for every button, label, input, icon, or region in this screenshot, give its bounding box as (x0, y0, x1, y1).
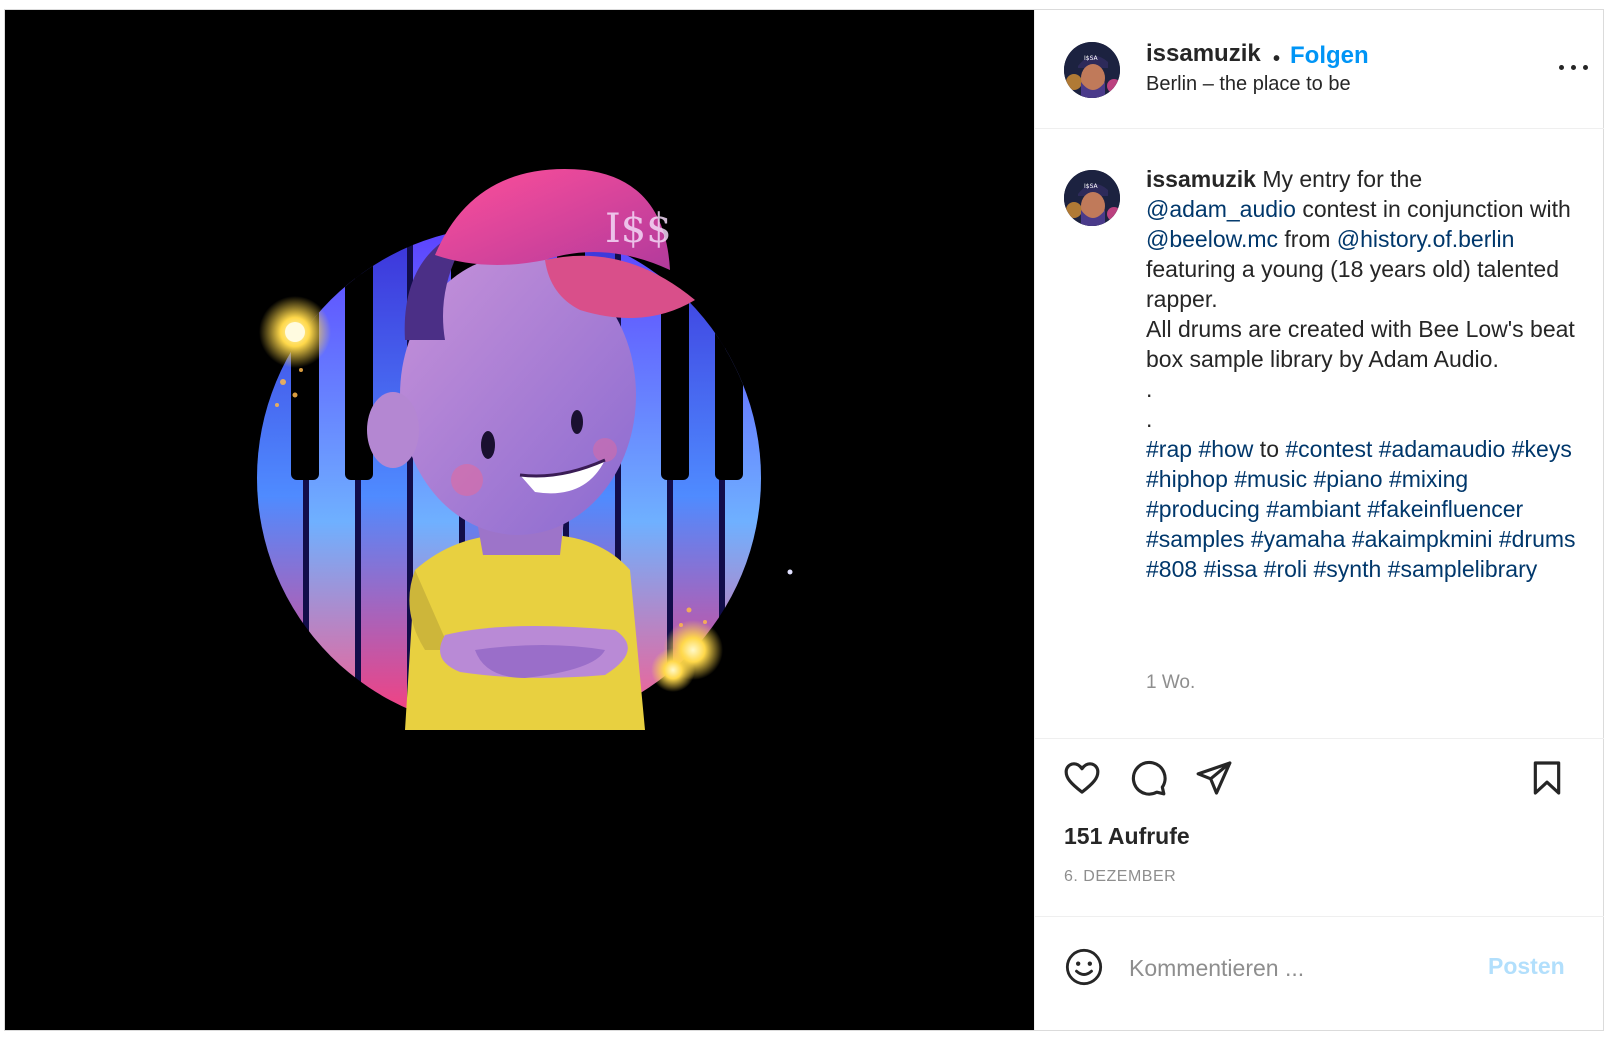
hashtag-link[interactable]: #roli (1264, 556, 1307, 582)
post-header: I$SA issamuzik • Folgen Berlin – the pla… (1035, 10, 1604, 129)
mention-link[interactable]: @beelow.mc (1146, 226, 1278, 252)
hashtag-link[interactable]: #keys (1512, 436, 1572, 462)
caption-text: contest in conjunction with (1295, 196, 1571, 222)
comment-bar: Posten (1035, 916, 1604, 1030)
caption-username[interactable]: issamuzik (1146, 166, 1256, 192)
hashtag-link[interactable]: #akaimpkmini (1352, 526, 1493, 552)
hashtag-link[interactable]: #samplelibrary (1388, 556, 1538, 582)
actions-divider (1035, 738, 1604, 739)
hashtag-link[interactable]: #samples (1146, 526, 1244, 552)
post-media[interactable]: I$$ (5, 10, 1034, 1030)
avatar[interactable]: I$SA (1064, 42, 1120, 98)
mention-link[interactable]: @adam_audio (1146, 196, 1296, 222)
hashtag-link[interactable]: #producing (1146, 496, 1260, 522)
bookmark-icon[interactable] (1527, 758, 1567, 798)
caption-dot: . (1146, 376, 1153, 402)
caption-text: from (1278, 226, 1337, 252)
caption-paragraph-1: issamuzik My entry for the @adam_audio c… (1146, 164, 1576, 314)
hashtag-link[interactable]: #music (1234, 466, 1307, 492)
caption-text: My entry for the (1255, 166, 1423, 192)
hashtag-link[interactable]: #fakeinfluencer (1367, 496, 1523, 522)
header-username[interactable]: issamuzik (1146, 40, 1261, 68)
heart-icon[interactable] (1062, 758, 1102, 798)
hashtag-link[interactable]: #hiphop (1146, 466, 1228, 492)
caption-text: featuring a young (18 years old) talente… (1146, 256, 1559, 312)
caption-text: to (1253, 436, 1286, 462)
hashtag-link[interactable]: #contest (1285, 436, 1372, 462)
svg-text:I$SA: I$SA (1084, 183, 1099, 190)
separator-dot: • (1273, 48, 1281, 70)
mention-link[interactable]: @history.of.berlin (1337, 226, 1515, 252)
post-comment-button[interactable]: Posten (1488, 953, 1565, 980)
hashtag-link[interactable]: #yamaha (1251, 526, 1346, 552)
caption-dot: . (1146, 406, 1153, 432)
hashtags: #rap #how to #contest #adamaudio #keys #… (1146, 434, 1576, 584)
post-date[interactable]: 6. DEZEMBER (1064, 868, 1176, 886)
avatar-image: I$SA (1064, 170, 1120, 226)
post-sidebar: I$SA issamuzik • Folgen Berlin – the pla… (1034, 10, 1604, 1030)
hashtag-link[interactable]: #adamaudio (1379, 436, 1506, 462)
time-ago[interactable]: 1 Wo. (1146, 672, 1195, 694)
cap-logo: I$$ (605, 206, 672, 252)
hashtag-link[interactable]: #808 (1146, 556, 1197, 582)
svg-text:I$SA: I$SA (1084, 55, 1099, 62)
more-options-icon[interactable] (1559, 57, 1589, 77)
hashtag-link[interactable]: #how (1198, 436, 1253, 462)
comment-icon[interactable] (1128, 758, 1168, 798)
paper-plane-icon[interactable] (1194, 758, 1234, 798)
post-artwork: I$$ (257, 169, 793, 730)
hashtag-link[interactable]: #drums (1499, 526, 1576, 552)
follow-button[interactable]: Folgen (1290, 42, 1369, 70)
hashtag-link[interactable]: #piano (1314, 466, 1383, 492)
hashtag-link[interactable]: #ambiant (1266, 496, 1361, 522)
post-caption: issamuzik My entry for the @adam_audio c… (1146, 164, 1576, 584)
hashtag-link[interactable]: #synth (1314, 556, 1382, 582)
instagram-post: I$$ I$SA issamuzik • Folgen Berlin – the… (4, 9, 1604, 1031)
caption-avatar[interactable]: I$SA (1064, 170, 1120, 226)
caption-paragraph-2: All drums are created with Bee Low's bea… (1146, 316, 1575, 372)
hashtag-link[interactable]: #mixing (1389, 466, 1468, 492)
hashtag-link[interactable]: #issa (1204, 556, 1258, 582)
smiley-icon[interactable] (1064, 947, 1104, 992)
view-count[interactable]: 151 Aufrufe (1064, 823, 1190, 850)
location-link[interactable]: Berlin – the place to be (1146, 73, 1351, 96)
avatar-image: I$SA (1064, 42, 1120, 98)
hashtag-link[interactable]: #rap (1146, 436, 1192, 462)
comment-input[interactable] (1127, 947, 1471, 989)
